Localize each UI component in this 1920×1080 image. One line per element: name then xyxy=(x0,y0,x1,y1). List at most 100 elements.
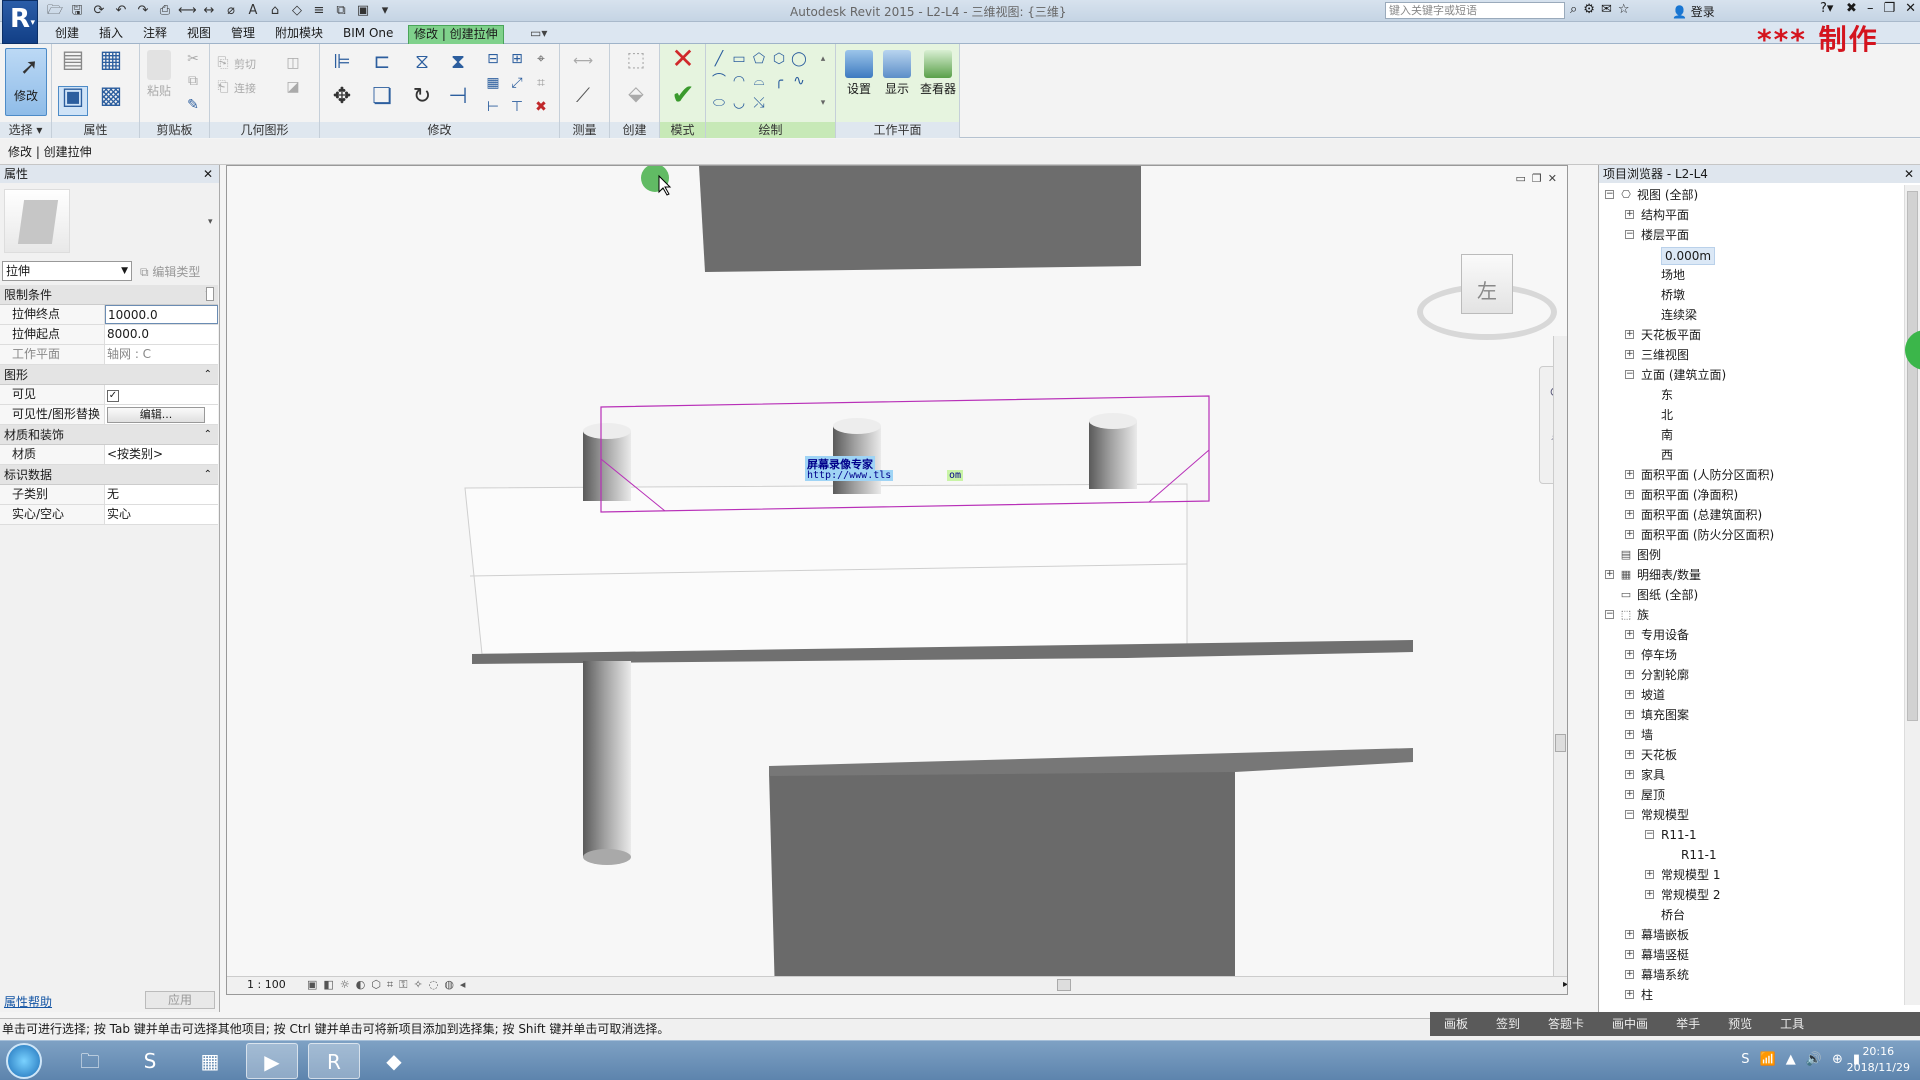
tab-manage[interactable]: 管理 xyxy=(226,25,260,44)
minimize-icon[interactable]: – xyxy=(1867,1,1874,16)
inscribed-polygon-icon[interactable]: ⬠ xyxy=(750,50,768,68)
browser-node-label[interactable]: 常规模型 2 xyxy=(1661,885,1720,905)
join-icon[interactable]: ⎗ xyxy=(214,78,232,96)
browser-node-label[interactable]: 连续梁 xyxy=(1661,305,1697,325)
extrusion-end-input[interactable]: 10000.0 xyxy=(105,305,218,324)
expand-toggle-icon[interactable]: + xyxy=(1625,670,1634,679)
ribbon-minimize-icon[interactable]: ▭▾ xyxy=(525,25,552,44)
browser-node-label[interactable]: 场地 xyxy=(1661,265,1685,285)
switch-windows-icon[interactable]: ▣ xyxy=(354,2,372,20)
browser-node-label[interactable]: 桥台 xyxy=(1661,905,1685,925)
set-work-plane-button[interactable]: 设置 xyxy=(842,50,876,97)
draw-scroll-up-icon[interactable]: ▴ xyxy=(814,50,832,68)
viewcube[interactable]: 左 xyxy=(1417,246,1557,346)
browser-node[interactable]: + 天花板 xyxy=(1599,745,1903,765)
collapse-toggle-icon[interactable]: − xyxy=(1625,810,1634,819)
section-materials[interactable]: 材质和装饰 ⌃ xyxy=(0,425,218,445)
recorder-tool[interactable]: 画板 xyxy=(1430,1012,1482,1036)
browser-node[interactable]: 北 xyxy=(1599,405,1903,425)
close-icon[interactable]: ✕ xyxy=(1905,1,1916,16)
browser-node-label[interactable]: 楼层平面 xyxy=(1641,225,1689,245)
browser-node-label[interactable]: 天花板 xyxy=(1641,745,1677,765)
browser-node-label[interactable]: 立面 (建筑立面) xyxy=(1641,365,1726,385)
ellipse-icon[interactable]: ⬭ xyxy=(710,94,728,112)
browser-node[interactable]: + 面积平面 (人防分区面积) xyxy=(1599,465,1903,485)
browser-node[interactable]: − 楼层平面 xyxy=(1599,225,1903,245)
browser-node[interactable]: 桥台 xyxy=(1599,905,1903,925)
network-icon[interactable]: ⊕ xyxy=(1832,1052,1843,1067)
collapse-toggle-icon[interactable]: − xyxy=(1625,370,1634,379)
close-hidden-windows-icon[interactable]: ⧉ xyxy=(332,2,350,20)
expand-toggle-icon[interactable]: + xyxy=(1625,330,1634,339)
expand-toggle-icon[interactable]: + xyxy=(1625,710,1634,719)
browser-node-label[interactable]: 分割轮廓 xyxy=(1641,665,1689,685)
browser-node-label[interactable]: 三维视图 xyxy=(1641,345,1689,365)
scroll-left-icon[interactable]: ◂ xyxy=(460,977,466,993)
start-button[interactable] xyxy=(6,1043,42,1079)
viewcube-face-left[interactable]: 左 xyxy=(1461,254,1513,314)
browser-node[interactable]: − 常规模型 xyxy=(1599,805,1903,825)
delete-icon[interactable]: ✖ xyxy=(532,98,550,116)
search-input[interactable]: 键入关键字或短语 xyxy=(1385,2,1565,19)
expand-toggle-icon[interactable]: + xyxy=(1625,690,1634,699)
type-selector[interactable]: 拉伸 ▼ xyxy=(2,261,132,281)
browser-node-label[interactable]: 0.000m xyxy=(1661,247,1716,265)
dimension-icon[interactable]: ↔ xyxy=(200,2,218,20)
edit-type-button[interactable]: ⧉ 编辑类型 xyxy=(140,263,200,280)
browser-node[interactable]: 0.000m xyxy=(1599,245,1903,265)
browser-node[interactable]: + 家具 xyxy=(1599,765,1903,785)
visibility-edit-button[interactable]: 编辑... xyxy=(107,407,205,423)
expand-toggle-icon[interactable]: + xyxy=(1625,950,1634,959)
expand-toggle-icon[interactable]: + xyxy=(1625,930,1634,939)
collapse-toggle-icon[interactable]: − xyxy=(1645,830,1654,839)
collapse-toggle-icon[interactable]: − xyxy=(1625,230,1634,239)
thin-lines-icon[interactable]: ≡ xyxy=(310,2,328,20)
viewport-vertical-scrollbar[interactable] xyxy=(1553,336,1567,976)
cope-icon[interactable]: ⎘ xyxy=(214,54,232,72)
browser-scrollbar[interactable] xyxy=(1904,185,1920,1005)
properties-toggle-icon[interactable]: ▣ xyxy=(58,84,88,116)
browser-node-label[interactable]: 北 xyxy=(1661,405,1673,425)
rotate-icon[interactable]: ↻ xyxy=(408,86,436,116)
trim-multiple-icon[interactable]: ⊢ xyxy=(484,98,502,116)
browser-node[interactable]: + 常规模型 1 xyxy=(1599,865,1903,885)
scroll-right-icon[interactable]: ▸ xyxy=(1563,977,1567,993)
expand-toggle-icon[interactable]: + xyxy=(1645,870,1654,879)
family-category-icon[interactable]: ▩ xyxy=(96,83,126,116)
expand-toggle-icon[interactable]: + xyxy=(1625,630,1634,639)
model-3d-view[interactable] xyxy=(227,166,1568,995)
collapse-toggle-icon[interactable]: − xyxy=(1605,610,1614,619)
visible-checkbox[interactable]: ✓ xyxy=(107,390,119,402)
circumscribed-polygon-icon[interactable]: ⬡ xyxy=(770,50,788,68)
line-icon[interactable]: ╱ xyxy=(710,50,728,68)
browser-node-label[interactable]: 面积平面 (防火分区面积) xyxy=(1641,525,1774,545)
array-icon[interactable]: ▦ xyxy=(484,74,502,92)
type-selector-dropdown-icon[interactable]: ▾ xyxy=(208,217,213,227)
apply-button[interactable]: 应用 xyxy=(145,991,215,1009)
collapse-toggle-icon[interactable]: − xyxy=(1605,190,1614,199)
browser-node[interactable]: − ⬚ 族 xyxy=(1599,605,1903,625)
browser-node[interactable]: + 分割轮廓 xyxy=(1599,665,1903,685)
browser-node[interactable]: − R11-1 xyxy=(1599,825,1903,845)
expand-toggle-icon[interactable]: + xyxy=(1625,770,1634,779)
shadows-icon[interactable]: ◐ xyxy=(356,977,366,993)
browser-node-label[interactable]: 幕墙竖梃 xyxy=(1641,945,1689,965)
expand-toggle-icon[interactable]: + xyxy=(1625,470,1634,479)
section-graphics[interactable]: 图形 ⌃ xyxy=(0,365,218,385)
mirror-axis-icon[interactable]: ⧖ xyxy=(408,51,436,78)
recorder-taskbar-icon[interactable]: ▶ xyxy=(246,1043,298,1079)
restore-icon[interactable]: ❐ xyxy=(1883,1,1895,16)
spline-icon[interactable]: ∿ xyxy=(790,72,808,90)
minimize-icon[interactable]: ▭ xyxy=(1516,172,1526,185)
browser-node-label[interactable]: 面积平面 (净面积) xyxy=(1641,485,1738,505)
expand-toggle-icon[interactable]: + xyxy=(1625,990,1634,999)
panel-label-select[interactable]: 选择 ▾ xyxy=(0,122,51,138)
circle-icon[interactable]: ◯ xyxy=(790,50,808,68)
binoculars-icon[interactable]: ⌕ xyxy=(1570,2,1577,17)
modify-button[interactable]: ➚ 修改 xyxy=(5,48,47,116)
print-icon[interactable]: ⎙ xyxy=(156,2,174,20)
browser-node[interactable]: 东 xyxy=(1599,385,1903,405)
expand-toggle-icon[interactable]: + xyxy=(1605,570,1614,579)
close-icon[interactable]: ✕ xyxy=(1904,165,1914,183)
browser-node-label[interactable]: 族 xyxy=(1637,605,1649,625)
